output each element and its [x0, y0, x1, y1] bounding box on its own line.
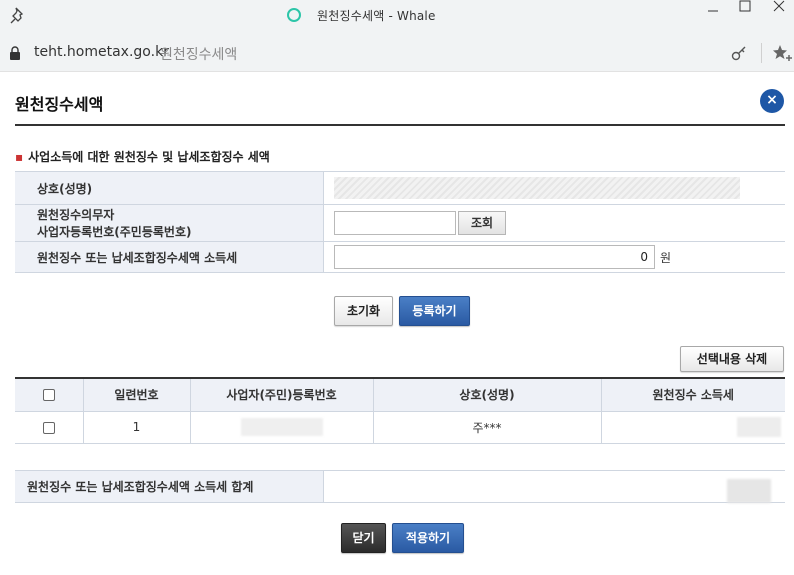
total-row: 원천징수 또는 납세조합징수세액 소득세 합계	[15, 470, 785, 503]
url-host[interactable]: teht.hometax.go.kr	[34, 44, 169, 60]
row-checkbox[interactable]	[42, 421, 55, 434]
lookup-button[interactable]: 조회	[458, 211, 506, 235]
input-form-table: 상호(성명) 원천징수의무자 사업자등록번호(주민등록번호) 조회 원천징수 또…	[15, 171, 785, 273]
close-button[interactable]: 닫기	[341, 523, 386, 553]
header-company: 상호(성명)	[373, 378, 602, 412]
whale-logo-icon	[287, 8, 301, 22]
pin-icon[interactable]	[8, 4, 30, 26]
minimize-icon[interactable]	[696, 0, 730, 22]
withholder-label: 원천징수의무자 사업자등록번호(주민등록번호)	[15, 205, 324, 241]
maximize-icon[interactable]	[728, 0, 762, 22]
grid-header-row: 일련번호 사업자(주민)등록번호 상호(성명) 원천징수 소득세	[15, 378, 785, 412]
row-reg-no-cell	[190, 411, 374, 444]
page-title: 원천징수세액	[15, 95, 104, 114]
row-reg-no-masked	[240, 418, 323, 436]
company-name-masked	[334, 177, 740, 199]
row-tax-masked	[737, 417, 781, 437]
row-seq: 1	[83, 411, 191, 444]
form-row-withholder: 원천징수의무자 사업자등록번호(주민등록번호) 조회	[15, 205, 785, 242]
form-row-company: 상호(성명)	[15, 172, 785, 205]
withholder-label-line2: 사업자등록번호(주민등록번호)	[37, 225, 192, 239]
delete-selected-button[interactable]: 선택내용 삭제	[680, 346, 784, 372]
key-icon[interactable]	[730, 44, 748, 62]
window-title: 원천징수세액 - Whale	[287, 6, 436, 24]
bullet-icon: ▪	[15, 150, 24, 164]
register-button[interactable]: 등록하기	[399, 296, 470, 326]
section-title-text: 사업소득에 대한 원천징수 및 납세조합징수 세액	[28, 150, 270, 164]
amount-label: 원천징수 또는 납세조합징수세액 소득세	[15, 242, 324, 272]
withholder-label-line1: 원천징수의무자	[37, 208, 115, 222]
section-title: ▪ 사업소득에 대한 원천징수 및 납세조합징수 세액	[15, 148, 270, 165]
header-reg-no: 사업자(주민)등록번호	[190, 378, 374, 412]
amount-value-cell: 0 원	[324, 242, 785, 272]
amount-unit: 원	[660, 250, 672, 265]
form-row-amount: 원천징수 또는 납세조합징수세액 소득세 0 원	[15, 242, 785, 273]
lock-icon	[10, 46, 20, 60]
toolbar-separator	[761, 43, 762, 63]
select-all-checkbox[interactable]	[42, 389, 55, 402]
window-close-icon[interactable]	[762, 0, 794, 22]
bookmark-star-icon[interactable]	[772, 44, 792, 62]
withholder-value-cell: 조회	[324, 205, 785, 241]
business-number-input[interactable]	[334, 211, 456, 235]
reset-button[interactable]: 초기화	[334, 296, 393, 326]
total-value-cell	[324, 471, 785, 503]
company-value-cell	[324, 172, 785, 204]
title-divider	[15, 124, 785, 126]
table-row[interactable]: 1 주***	[15, 411, 785, 444]
amount-input[interactable]: 0	[334, 245, 655, 269]
window-title-text: 원천징수세액 - Whale	[317, 8, 436, 23]
header-tax: 원천징수 소득세	[601, 378, 785, 412]
apply-button[interactable]: 적용하기	[392, 523, 464, 553]
total-value-masked	[727, 479, 771, 503]
url-page-title: 원천징수세액	[160, 47, 238, 63]
close-dialog-button[interactable]: ×	[760, 89, 784, 113]
row-company: 주***	[373, 411, 602, 444]
entries-grid: 일련번호 사업자(주민)등록번호 상호(성명) 원천징수 소득세 1 주***	[15, 377, 785, 444]
row-select-cell	[15, 411, 84, 444]
select-all-header	[15, 378, 84, 412]
address-bar[interactable]: teht.hometax.go.kr 원천징수세액	[0, 34, 794, 72]
row-tax-cell	[601, 411, 785, 444]
company-label: 상호(성명)	[15, 172, 324, 204]
total-label: 원천징수 또는 납세조합징수세액 소득세 합계	[15, 471, 324, 502]
browser-titlebar: 원천징수세액 - Whale	[0, 0, 794, 34]
header-seq: 일련번호	[83, 378, 191, 412]
